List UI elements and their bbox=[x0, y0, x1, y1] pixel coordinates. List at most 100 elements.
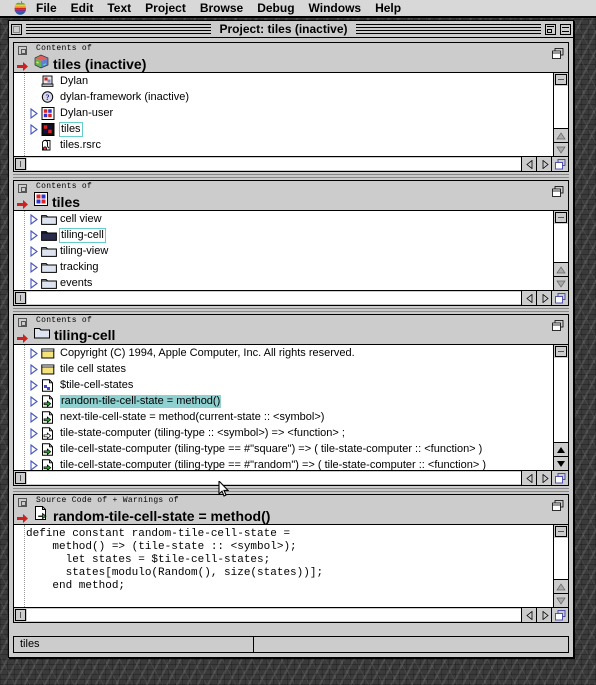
list-item[interactable]: Dylan bbox=[24, 73, 553, 89]
disclosure-triangle-icon[interactable] bbox=[28, 107, 39, 119]
list-item[interactable]: ? dylan-framework (inactive) bbox=[24, 89, 553, 105]
disclosure-triangle-icon[interactable] bbox=[28, 427, 39, 439]
scroll-left-arrow-icon[interactable] bbox=[521, 157, 536, 171]
scroll-thumb[interactable] bbox=[555, 526, 567, 537]
hscroll-track[interactable] bbox=[27, 472, 521, 484]
disclosure-triangle-icon[interactable] bbox=[28, 347, 39, 359]
disclosure-triangle-icon[interactable] bbox=[28, 261, 39, 273]
pane-1-list[interactable]: Dylan? dylan-framework (inactive) Dylan-us… bbox=[14, 73, 568, 156]
hscroll-track[interactable] bbox=[27, 609, 521, 621]
scroll-left-arrow-icon[interactable] bbox=[521, 291, 536, 305]
scroll-track[interactable] bbox=[554, 224, 568, 262]
disclosure-triangle-icon[interactable] bbox=[28, 411, 39, 423]
list-item[interactable]: tiles.rsrc bbox=[24, 137, 553, 153]
menu-item-text[interactable]: Text bbox=[100, 0, 138, 16]
hscroll-thumb[interactable] bbox=[15, 472, 26, 484]
list-item[interactable]: cell view bbox=[24, 211, 553, 227]
scroll-thumb[interactable] bbox=[555, 346, 567, 357]
window-stack-icon[interactable] bbox=[552, 184, 564, 197]
disclosure-triangle-icon[interactable] bbox=[28, 363, 39, 375]
window-stack-icon[interactable] bbox=[552, 46, 564, 59]
list-item[interactable]: Dylan-user bbox=[24, 105, 553, 121]
window-stack-icon[interactable] bbox=[552, 318, 564, 331]
scroll-up-arrow-icon[interactable] bbox=[554, 262, 568, 276]
list-item[interactable]: random-tile-cell-state = method() bbox=[24, 393, 553, 409]
scroll-down-arrow-icon[interactable] bbox=[554, 593, 568, 607]
splitter-2[interactable] bbox=[13, 306, 569, 314]
list-item[interactable]: next-tile-cell-state = method(current-st… bbox=[24, 409, 553, 425]
menu-item-debug[interactable]: Debug bbox=[250, 0, 301, 16]
window-stack-icon[interactable] bbox=[552, 498, 564, 511]
grow-box-icon[interactable] bbox=[551, 471, 568, 485]
list-item[interactable]: tile-cell-state-computer (tiling-type ==… bbox=[24, 457, 553, 470]
pane-2-collapse-box-icon[interactable] bbox=[18, 184, 27, 193]
scroll-track[interactable] bbox=[554, 358, 568, 442]
source-horizontal-scrollbar[interactable] bbox=[14, 607, 568, 622]
list-item[interactable]: tile-cell-state-computer (tiling-type ==… bbox=[24, 441, 553, 457]
disclosure-triangle-icon[interactable] bbox=[28, 395, 39, 407]
menu-item-project[interactable]: Project bbox=[138, 0, 193, 16]
list-item[interactable]: tiling-cell bbox=[24, 227, 553, 243]
scroll-right-arrow-icon[interactable] bbox=[536, 471, 551, 485]
list-item[interactable]: events bbox=[24, 275, 553, 290]
source-vertical-scrollbar[interactable] bbox=[553, 525, 568, 607]
scroll-down-arrow-icon[interactable] bbox=[554, 142, 568, 156]
collapse-box-icon[interactable] bbox=[560, 23, 572, 35]
source-code-area[interactable]: define constant random-tile-cell-state =… bbox=[14, 525, 568, 607]
list-item[interactable]: tiling-view bbox=[24, 243, 553, 259]
hscroll-thumb[interactable] bbox=[15, 609, 26, 621]
disclosure-triangle-icon[interactable] bbox=[28, 443, 39, 455]
source-code-text[interactable]: define constant random-tile-cell-state =… bbox=[26, 528, 552, 593]
scroll-up-arrow-icon[interactable] bbox=[554, 579, 568, 593]
scroll-left-arrow-icon[interactable] bbox=[521, 471, 536, 485]
scroll-right-arrow-icon[interactable] bbox=[536, 157, 551, 171]
source-pane-collapse-box-icon[interactable] bbox=[18, 498, 27, 507]
red-right-arrow-icon[interactable] bbox=[17, 511, 29, 523]
scroll-thumb[interactable] bbox=[555, 74, 567, 85]
list-item[interactable]: tile cell states bbox=[24, 361, 553, 377]
pane-3-vertical-scrollbar[interactable] bbox=[553, 345, 568, 470]
list-item[interactable]: $tile-cell-states bbox=[24, 377, 553, 393]
scroll-up-arrow-icon[interactable] bbox=[554, 442, 568, 456]
menu-item-file[interactable]: File bbox=[29, 0, 64, 16]
pane-1-vertical-scrollbar[interactable] bbox=[553, 73, 568, 156]
list-item[interactable]: tile-state-computer (tiling-type :: <sym… bbox=[24, 425, 553, 441]
disclosure-triangle-icon[interactable] bbox=[28, 277, 39, 289]
disclosure-triangle-icon[interactable] bbox=[28, 123, 39, 135]
red-right-arrow-icon[interactable] bbox=[17, 331, 29, 343]
scroll-right-arrow-icon[interactable] bbox=[536, 291, 551, 305]
disclosure-triangle-icon[interactable] bbox=[28, 245, 39, 257]
hscroll-track[interactable] bbox=[27, 292, 521, 304]
scroll-left-arrow-icon[interactable] bbox=[521, 608, 536, 622]
scroll-track[interactable] bbox=[554, 538, 568, 579]
scroll-down-arrow-icon[interactable] bbox=[554, 456, 568, 470]
pane-2-horizontal-scrollbar[interactable] bbox=[14, 290, 568, 305]
menu-item-edit[interactable]: Edit bbox=[64, 0, 101, 16]
hscroll-thumb[interactable] bbox=[15, 292, 26, 304]
disclosure-triangle-icon[interactable] bbox=[28, 229, 39, 241]
scroll-track[interactable] bbox=[554, 86, 568, 128]
pane-3-list[interactable]: Copyright (C) 1994, Apple Computer, Inc.… bbox=[14, 345, 568, 470]
disclosure-triangle-icon[interactable] bbox=[28, 459, 39, 470]
red-right-arrow-icon[interactable] bbox=[17, 59, 29, 71]
scroll-down-arrow-icon[interactable] bbox=[554, 276, 568, 290]
pane-3-collapse-box-icon[interactable] bbox=[18, 318, 27, 327]
scroll-right-arrow-icon[interactable] bbox=[536, 608, 551, 622]
hscroll-track[interactable] bbox=[27, 158, 521, 170]
menu-item-browse[interactable]: Browse bbox=[193, 0, 250, 16]
list-item[interactable]: tiles bbox=[24, 121, 553, 137]
menu-item-windows[interactable]: Windows bbox=[302, 0, 369, 16]
window-title-bar[interactable]: Project: tiles (inactive) bbox=[9, 21, 573, 38]
disclosure-triangle-icon[interactable] bbox=[28, 213, 39, 225]
pane-1-collapse-box-icon[interactable] bbox=[18, 46, 27, 55]
grow-box-icon[interactable] bbox=[551, 608, 568, 622]
splitter-1[interactable] bbox=[13, 172, 569, 180]
list-item[interactable]: tracking bbox=[24, 259, 553, 275]
red-right-arrow-icon[interactable] bbox=[17, 197, 29, 209]
pane-1-horizontal-scrollbar[interactable] bbox=[14, 156, 568, 171]
list-item[interactable]: Copyright (C) 1994, Apple Computer, Inc.… bbox=[24, 345, 553, 361]
menu-item-help[interactable]: Help bbox=[368, 0, 408, 16]
grow-box-icon[interactable] bbox=[551, 291, 568, 305]
pane-2-list[interactable]: cell view tiling-cell tiling-view tracking e… bbox=[14, 211, 568, 290]
hscroll-thumb[interactable] bbox=[15, 158, 26, 170]
